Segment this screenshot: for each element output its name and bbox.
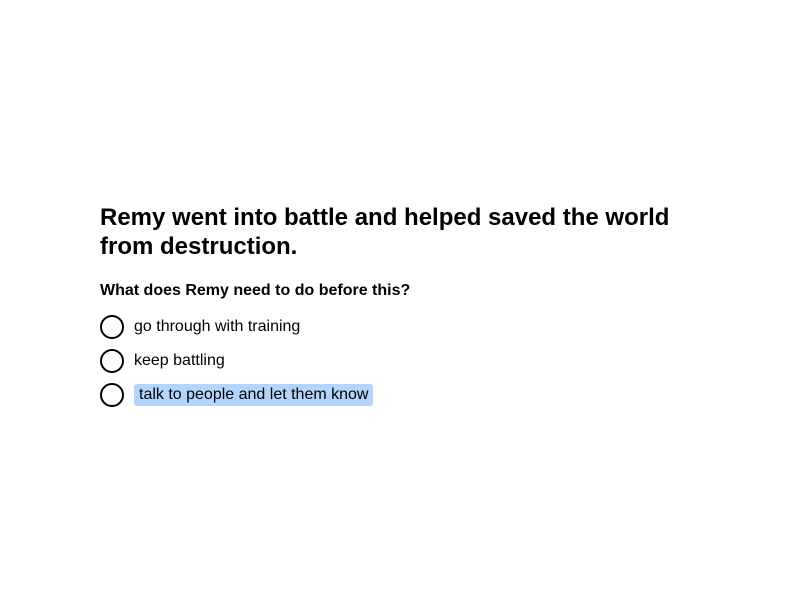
question-text: What does Remy need to do before this? (100, 282, 411, 299)
radio-button-icon[interactable] (100, 383, 124, 407)
answer-options: go through with training keep battling t… (100, 315, 700, 407)
answer-option-label[interactable]: talk to people and let them know (134, 384, 374, 406)
question-card: Remy went into battle and helped saved t… (100, 203, 700, 417)
answer-option-3[interactable]: talk to people and let them know (100, 383, 700, 407)
answer-option-label[interactable]: keep battling (134, 350, 225, 372)
answer-option-2[interactable]: keep battling (100, 349, 700, 373)
statement-text: Remy went into battle and helped saved t… (100, 204, 670, 260)
page: Remy went into battle and helped saved t… (0, 0, 800, 600)
answer-option-1[interactable]: go through with training (100, 315, 700, 339)
radio-button-icon[interactable] (100, 315, 124, 339)
answer-option-label[interactable]: go through with training (134, 316, 300, 338)
radio-button-icon[interactable] (100, 349, 124, 373)
